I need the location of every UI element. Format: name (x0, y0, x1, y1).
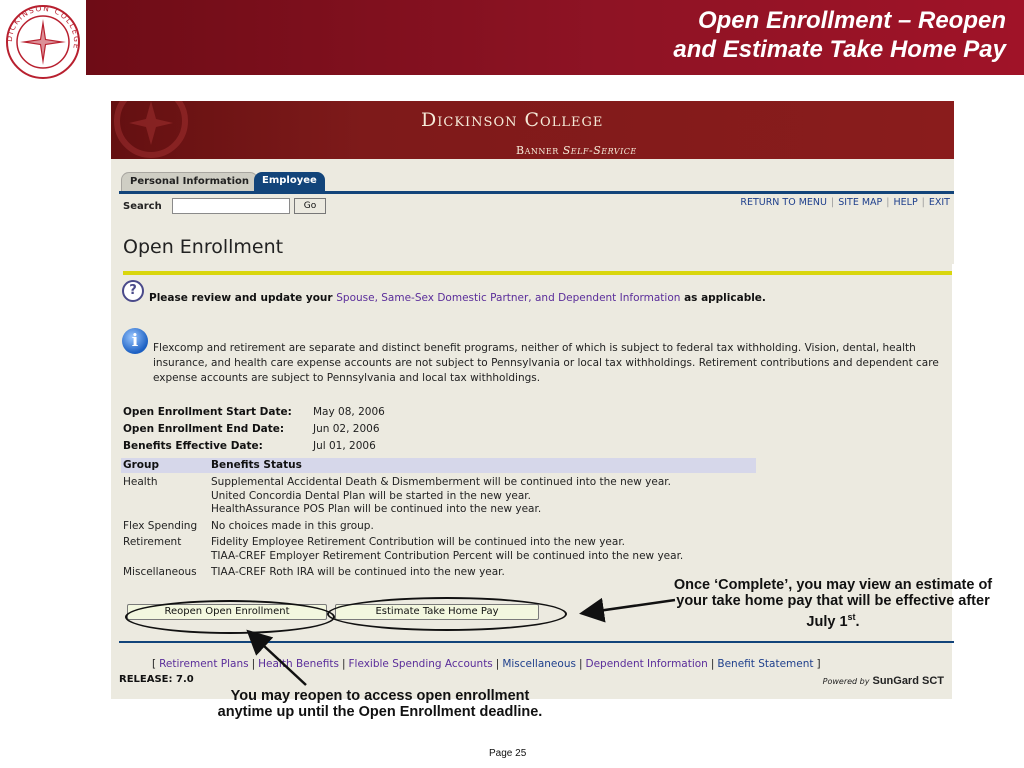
review-suffix: as applicable. (680, 292, 766, 304)
date-value: May 08, 2006 (313, 406, 385, 418)
estimate-annotation-text: Once ‘Complete’, you may view an estimat… (673, 577, 993, 630)
footer-links: [Retirement Plans | Health Benefits | Flexib… (149, 658, 824, 670)
banner-subtitle: Banner Self-Service (516, 144, 637, 157)
status-line: Fidelity Employee Retirement Contributio… (211, 536, 626, 548)
exit-link[interactable]: EXIT (929, 197, 950, 208)
review-prefix: Please review and update your (149, 292, 337, 304)
date-label: Benefits Effective Date: (123, 440, 263, 452)
nav-separator: | (831, 197, 835, 208)
date-value: Jul 01, 2006 (313, 440, 376, 452)
link-separator: | (251, 658, 256, 670)
retirement-plans-link[interactable]: Retirement Plans (159, 658, 248, 670)
status-cell: Supplemental Accidental Death & Dismembe… (211, 476, 756, 517)
group-cell: Retirement (123, 536, 182, 548)
page-number: Page 25 (489, 748, 527, 759)
benefits-status-table: Group Benefits Status Health Supplementa… (121, 458, 756, 580)
table-row: Retirement Fidelity Employee Retirement … (121, 536, 756, 563)
enrollment-end-date: Open Enrollment End Date: Jun 02, 2006 (123, 423, 380, 435)
powered-by: Powered by SunGard SCT (823, 675, 944, 687)
footer-divider (119, 641, 954, 643)
return-to-menu-link[interactable]: RETURN TO MENU (740, 197, 827, 208)
panel-edge (952, 264, 954, 699)
status-column-header: Benefits Status (211, 459, 302, 471)
question-mark-icon: ? (122, 280, 144, 302)
group-column-header: Group (123, 459, 160, 471)
status-line: United Concordia Dental Plan will be sta… (211, 489, 531, 502)
search-go-button[interactable]: Go (294, 198, 326, 214)
slide-title-line-1: Open Enrollment – Reopen (697, 7, 1006, 34)
annotation-period: . (855, 613, 860, 630)
status-cell: Fidelity Employee Retirement Contributio… (211, 536, 756, 563)
enrollment-start-date: Open Enrollment Start Date: May 08, 2006 (123, 406, 385, 418)
status-cell: No choices made in this group. (211, 520, 756, 534)
reopen-highlight-ellipse (125, 600, 335, 634)
estimate-highlight-ellipse (327, 597, 567, 631)
status-line: No choices made in this group. (211, 519, 374, 532)
search-label: Search (123, 201, 162, 212)
college-banner: Dickinson College Banner Self-Service (111, 101, 954, 159)
miscellaneous-link[interactable]: Miscellaneous (502, 658, 576, 670)
link-separator: | (495, 658, 500, 670)
banner-seal-watermark-icon (114, 101, 188, 158)
college-seal-logo: DICKINSON COLLEGE (5, 4, 80, 79)
banner-subtitle-italic: Self-Service (562, 144, 637, 157)
health-benefits-link[interactable]: Health Benefits (258, 658, 339, 670)
dependent-information-footer-link[interactable]: Dependent Information (586, 658, 708, 670)
status-line: HealthAssurance POS Plan will be continu… (211, 503, 542, 515)
slide-header: DICKINSON COLLEGE Open Enrollment – Reop… (0, 0, 1024, 79)
tab-personal-information[interactable]: Personal Information (121, 172, 258, 192)
search-input[interactable] (172, 198, 290, 214)
site-map-link[interactable]: SITE MAP (838, 197, 882, 208)
nav-separator: | (921, 197, 925, 208)
bracket-close: ] (816, 658, 821, 670)
sungard-logo: SunGard SCT (872, 675, 944, 687)
status-line: TIAA-CREF Employer Retirement Contributi… (211, 549, 684, 562)
bracket-open: [ (152, 658, 157, 670)
tab-bar: Personal Information Employee (111, 159, 954, 193)
dependent-information-link[interactable]: Spouse, Same-Sex Domestic Partner, and D… (336, 292, 680, 304)
status-line: Supplemental Accidental Death & Dismembe… (211, 476, 671, 488)
review-notice: Please review and update your Spouse, Sa… (149, 292, 766, 304)
top-nav-links: RETURN TO MENU | SITE MAP | HELP | EXIT (740, 197, 950, 208)
header-band: Open Enrollment – Reopen and Estimate Ta… (86, 0, 1024, 75)
group-cell: Flex Spending (123, 519, 198, 532)
reopen-annotation: You may reopen to access open enrollment… (217, 688, 543, 720)
date-label: Open Enrollment Start Date: (123, 406, 292, 418)
info-icon: i (122, 328, 148, 354)
table-row: Miscellaneous TIAA-CREF Roth IRA will be… (121, 566, 756, 580)
date-label: Open Enrollment End Date: (123, 423, 285, 435)
banner-title: Dickinson College (421, 109, 604, 131)
help-link[interactable]: HELP (894, 197, 918, 208)
table-header: Group Benefits Status (121, 458, 756, 473)
date-value: Jun 02, 2006 (313, 423, 380, 435)
link-separator: | (710, 658, 715, 670)
page-title: Open Enrollment (123, 236, 284, 258)
slide-title-line-2: and Estimate Take Home Pay (673, 36, 1006, 63)
link-separator: | (578, 658, 583, 670)
release-version: RELEASE: 7.0 (119, 674, 194, 685)
link-separator: | (341, 658, 346, 670)
estimate-annotation: Once ‘Complete’, you may view an estimat… (672, 577, 994, 630)
ordinal-suffix: st (847, 612, 856, 622)
group-cell: Miscellaneous (123, 566, 197, 578)
title-divider (123, 271, 954, 275)
group-cell: Health (123, 476, 158, 488)
nav-separator: | (886, 197, 890, 208)
table-row: Health Supplemental Accidental Death & D… (121, 476, 756, 517)
banner-subtitle-plain: Banner (516, 144, 559, 157)
powered-by-label: Powered by (822, 677, 870, 686)
benefits-effective-date: Benefits Effective Date: Jul 01, 2006 (123, 440, 376, 452)
benefit-statement-link[interactable]: Benefit Statement (717, 658, 813, 670)
tab-underline (119, 191, 954, 194)
slide-title: Open Enrollment – Reopen and Estimate Ta… (673, 6, 1006, 64)
tax-info-paragraph: Flexcomp and retirement are separate and… (153, 342, 939, 384)
flexible-spending-link[interactable]: Flexible Spending Accounts (348, 658, 492, 670)
tab-employee[interactable]: Employee (254, 172, 325, 192)
table-row: Flex Spending No choices made in this gr… (121, 520, 756, 534)
